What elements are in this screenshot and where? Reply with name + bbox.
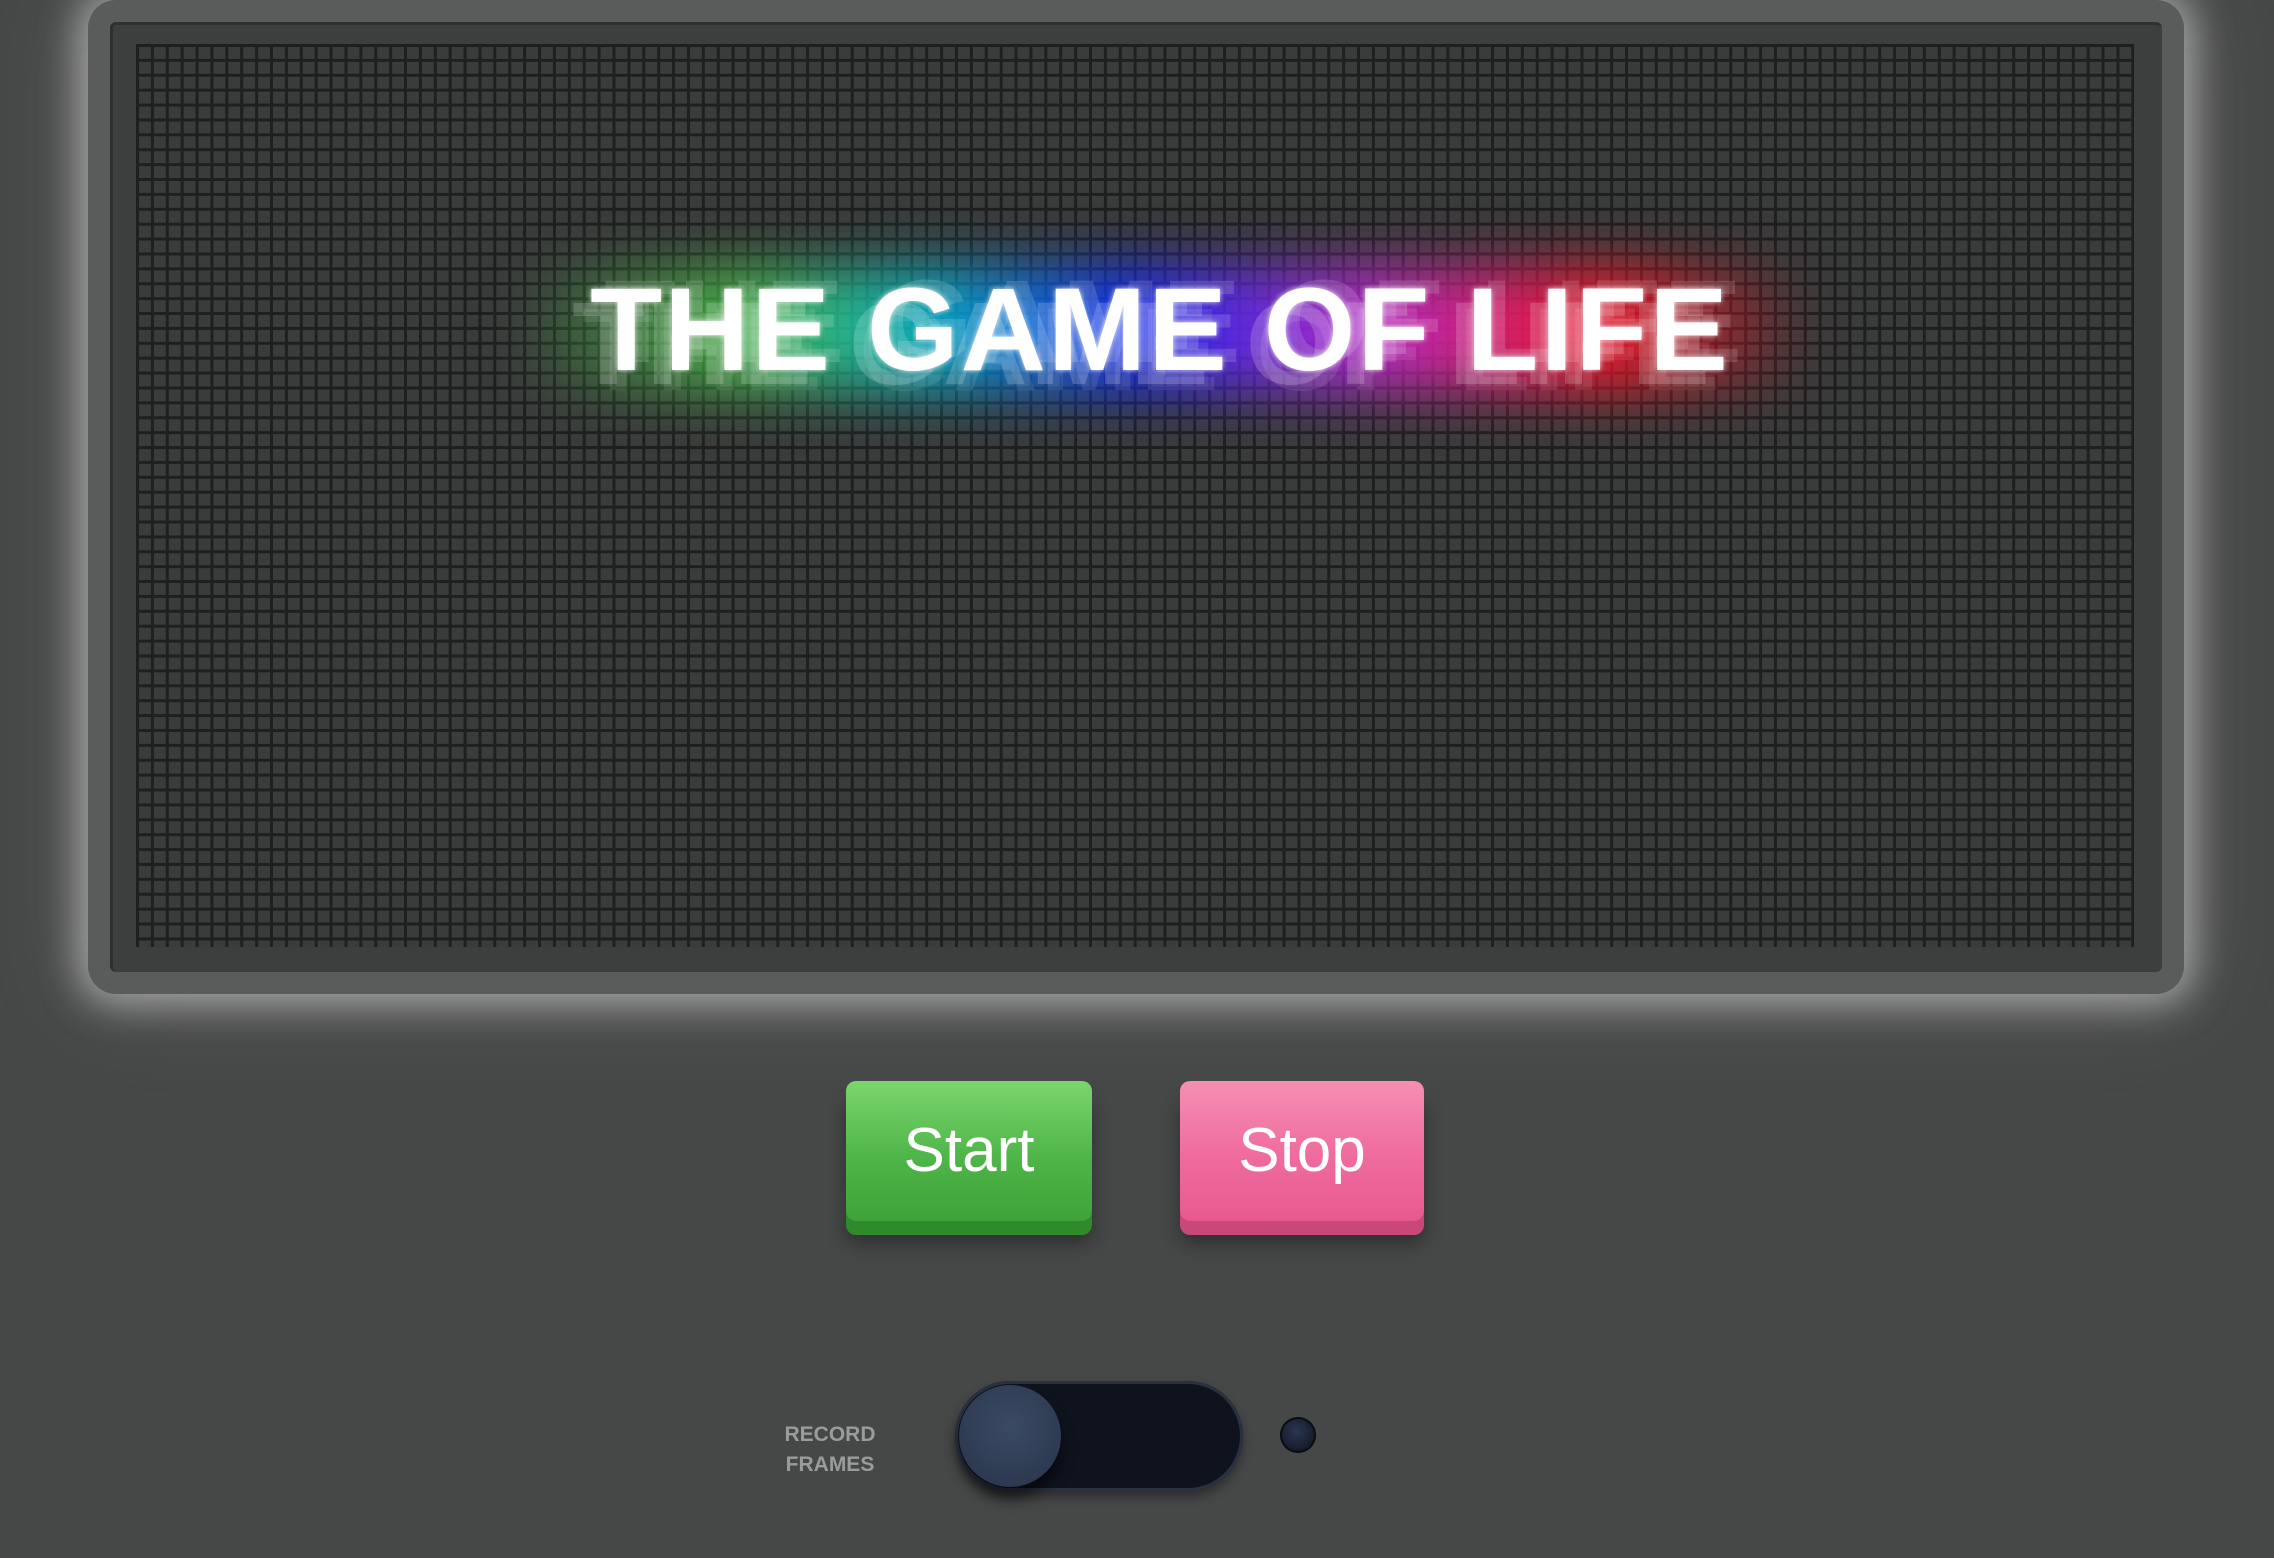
record-frames-label: RECORD FRAMES	[784, 1423, 876, 1476]
start-button[interactable]: Start	[846, 1081, 1092, 1221]
toggle-knob[interactable]	[959, 1385, 1061, 1487]
record-frames-toggle[interactable]	[955, 1381, 1243, 1491]
title-overlay: THE GAME OF LIFE	[470, 240, 1850, 420]
record-indicator-light	[1280, 1417, 1316, 1453]
game-board-grid[interactable]	[136, 44, 2134, 947]
game-board-frame	[88, 0, 2184, 994]
game-title: THE GAME OF LIFE	[590, 264, 1730, 396]
stop-button[interactable]: Stop	[1180, 1081, 1424, 1221]
app-stage: THE GAME OF LIFE Start Stop RECORD FRAME…	[0, 0, 2274, 1558]
